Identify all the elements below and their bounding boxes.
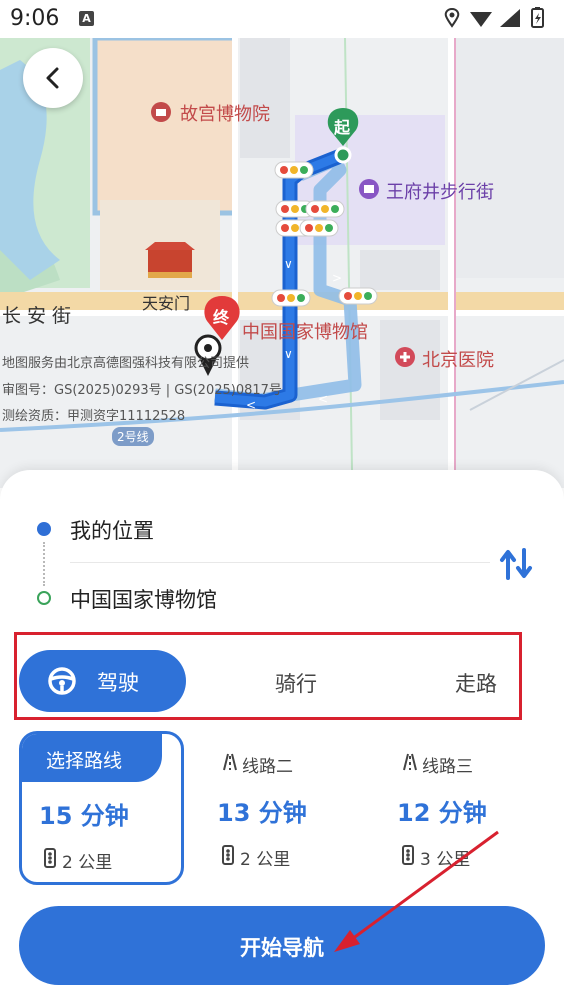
map-label-wangfujing[interactable]: 王府井步行街: [386, 178, 494, 204]
shopping-poi-icon: [359, 179, 379, 199]
svg-text:>: >: [332, 271, 342, 285]
svg-text:<: <: [246, 398, 256, 412]
route-2-time: 13 分钟: [217, 799, 307, 827]
map-label-tiananmen[interactable]: 天安门: [142, 290, 190, 314]
map-label-national-museum[interactable]: 中国国家博物馆: [242, 318, 368, 344]
map-credit-line1: 地图服务由北京高德图强科技有限公司提供: [2, 356, 250, 371]
end-marker-label: 终: [213, 308, 230, 327]
wifi-icon: [470, 12, 492, 27]
selected-route-badge: 选择路线: [22, 734, 162, 782]
annotation-arrow-icon: [334, 830, 499, 952]
mode-tab-drive[interactable]: 驾驶: [19, 650, 186, 712]
map-label-beijing-hospital[interactable]: 北京医院: [422, 346, 494, 372]
steering-wheel-icon: [48, 667, 76, 695]
subway-line-label: 2号线: [112, 427, 154, 446]
battery-icon: [531, 7, 544, 28]
hospital-poi-icon: [395, 347, 415, 367]
map-credit-line2: 审图号：GS(2025)0293号 | GS(2025)0817号: [2, 383, 282, 398]
start-marker-label: 起: [334, 118, 351, 137]
route-1-label: 选择路线: [46, 750, 123, 772]
road-icon: [403, 753, 417, 771]
map-credit-line3: 测绘资质：甲测资字11112528: [2, 409, 186, 424]
map-label-palace-museum[interactable]: 故宫博物院: [180, 100, 270, 126]
destination-dot-icon: [37, 591, 51, 605]
mode-tab-walk[interactable]: 走路: [455, 668, 497, 698]
notification-icon: A: [79, 11, 94, 26]
status-time: 9:06: [10, 6, 60, 31]
status-icons: [444, 7, 544, 28]
location-icon: [444, 7, 460, 28]
mode-tab-drive-label: 驾驶: [97, 671, 139, 695]
tiananmen-icon: [145, 242, 195, 278]
traffic-light-icon: [222, 845, 234, 865]
route-1-time: 15 分钟: [39, 802, 129, 830]
svg-text:∨: ∨: [284, 347, 293, 361]
svg-text:∨: ∨: [284, 257, 293, 271]
destination-field[interactable]: 中国国家博物馆: [70, 584, 217, 614]
traffic-light-icon: [44, 848, 56, 868]
status-bar: 9:06 A: [0, 0, 564, 38]
svg-text:<: <: [318, 392, 328, 406]
road-icon: [223, 753, 237, 771]
origin-dot-icon: [37, 522, 51, 536]
route-2-label: 线路二: [242, 757, 293, 777]
route-card-1[interactable]: 选择路线 15 分钟 2 公里: [19, 731, 184, 885]
chevron-left-icon: [46, 67, 59, 89]
origin-field[interactable]: 我的位置: [70, 515, 154, 545]
map-label-changan-street: 长安街: [2, 305, 78, 327]
route-3-label: 线路三: [422, 757, 473, 777]
mode-tab-bike[interactable]: 骑行: [275, 668, 317, 698]
swap-icon[interactable]: [498, 546, 534, 582]
back-button[interactable]: [23, 48, 83, 108]
route-2-distance: 2 公里: [240, 850, 291, 870]
museum-poi-icon: [151, 102, 171, 122]
route-1-distance: 2 公里: [62, 853, 113, 873]
input-divider: [70, 562, 490, 563]
signal-icon: [500, 9, 520, 27]
map-view[interactable]: ∨ ∨ < < > 故宫博物院 王府井步行街 天安门 长安街 中国国家博物馆 北…: [0, 38, 564, 488]
route-connector: [43, 542, 45, 586]
traffic-light-icon: [274, 161, 314, 179]
